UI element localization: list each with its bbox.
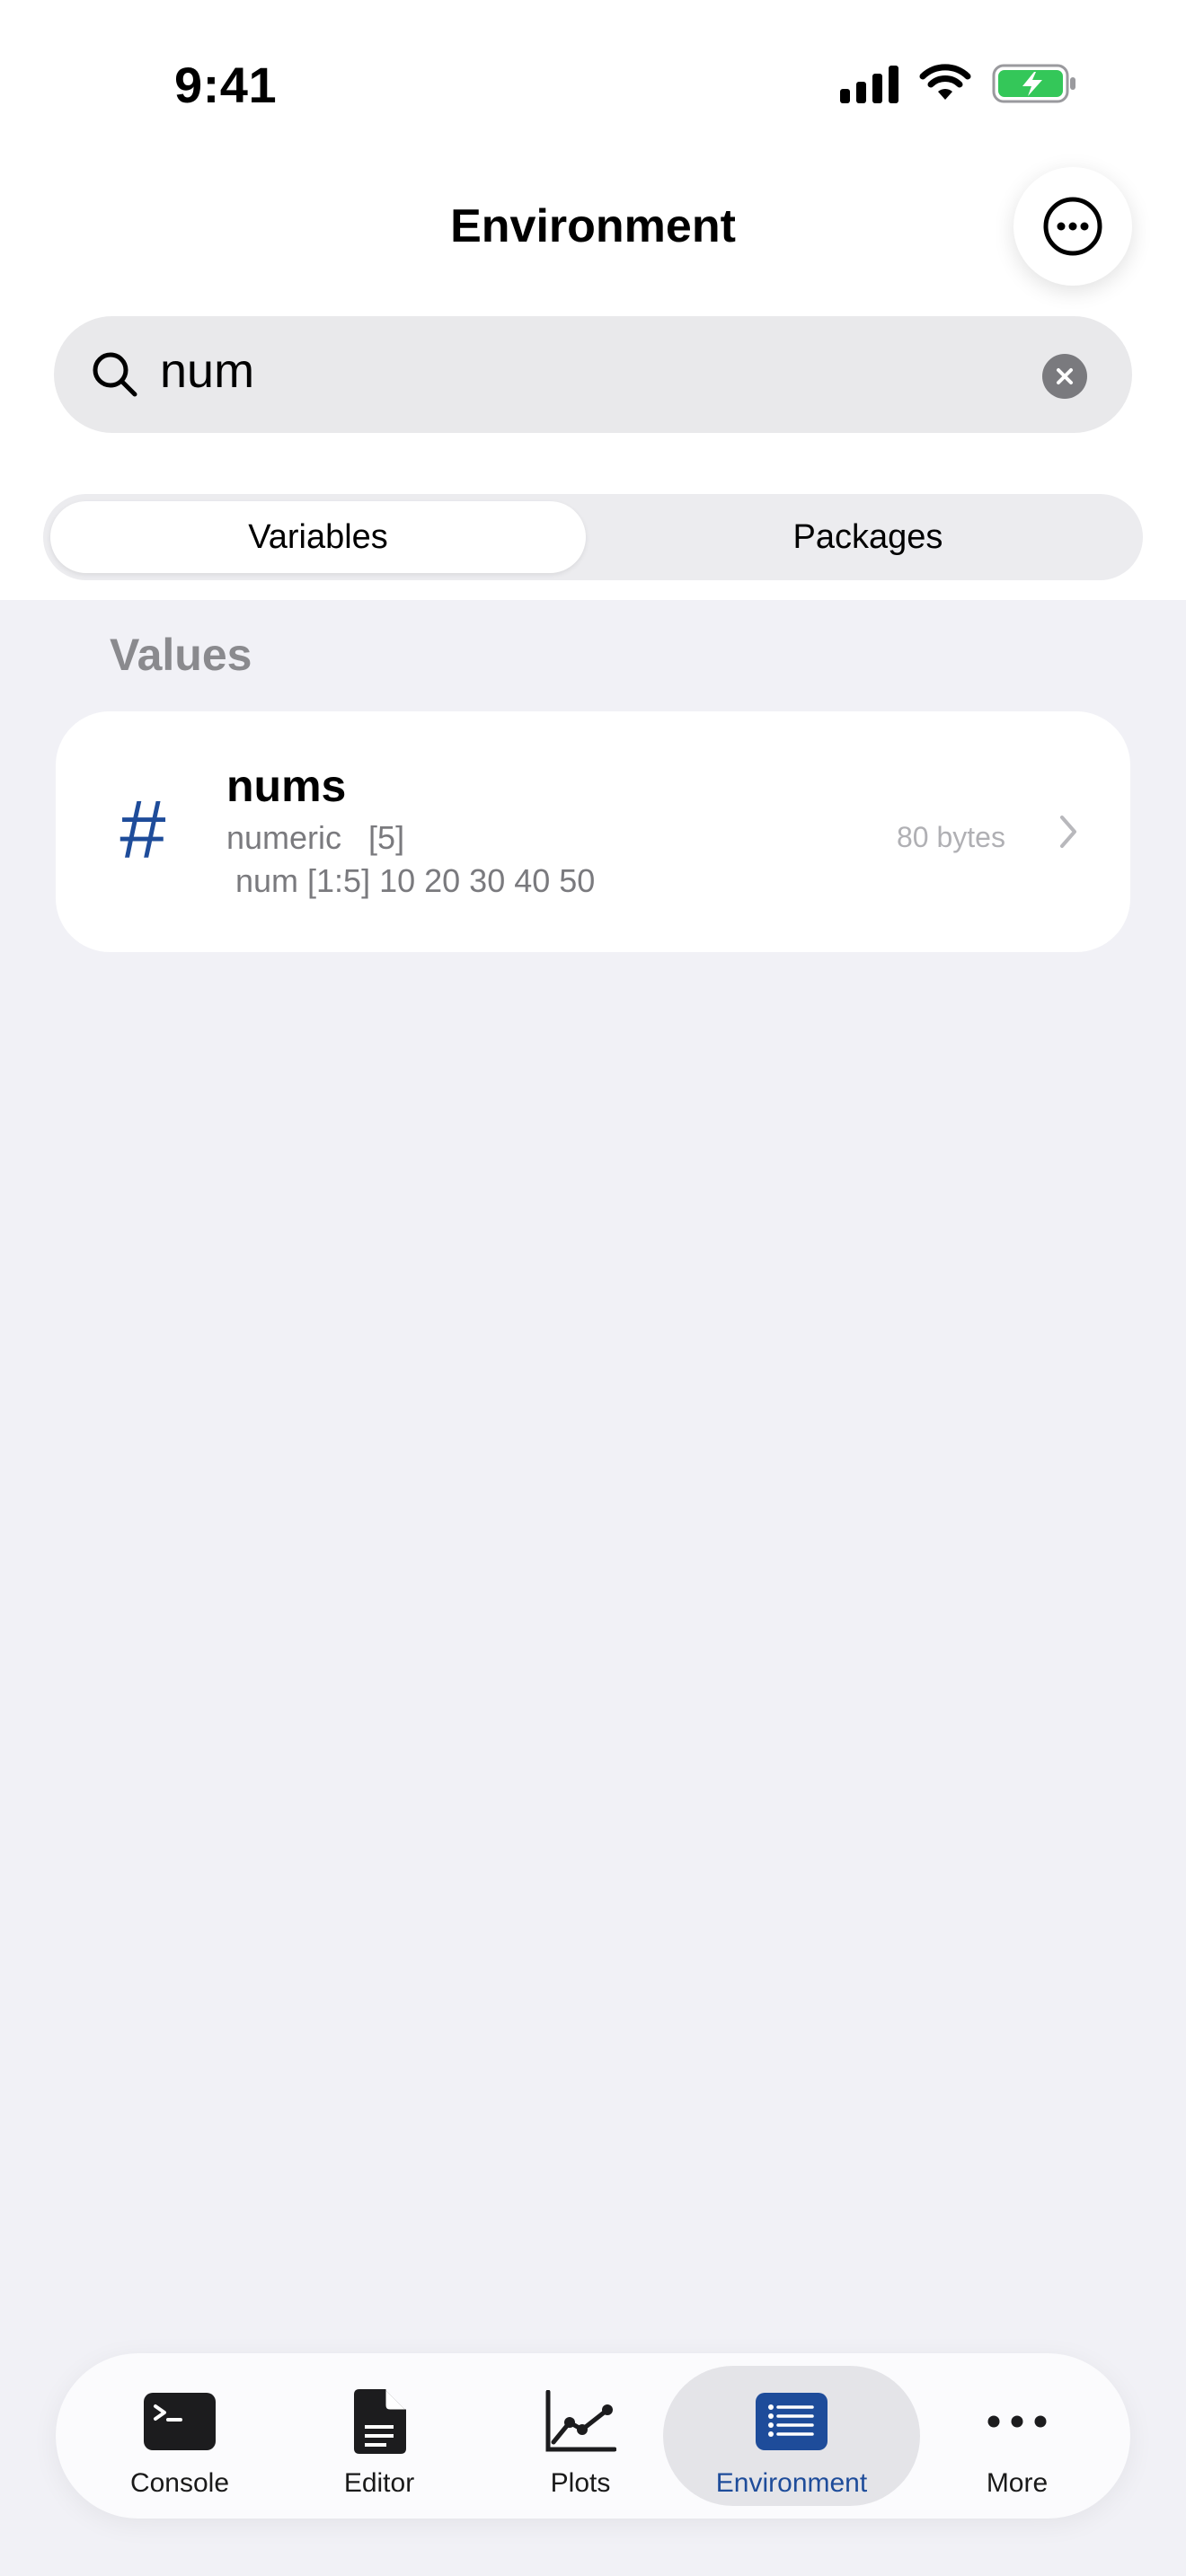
page-title: Environment — [450, 200, 736, 252]
tab-label: More — [986, 2468, 1049, 2498]
search-input[interactable]: num — [160, 343, 254, 399]
variable-name: nums — [226, 761, 347, 811]
tab-label: Environment — [715, 2468, 868, 2498]
more-options-button[interactable] — [1013, 167, 1132, 286]
screen: 9:41 Environment num Variables Packages … — [0, 0, 1186, 2576]
tab-editor[interactable]: Editor — [307, 2353, 451, 2519]
wifi-icon — [919, 64, 971, 100]
tab-label: Console — [129, 2468, 230, 2498]
ellipsis-circle-icon — [1043, 197, 1102, 256]
tab-label: Editor — [343, 2468, 415, 2498]
variable-preview: num [1:5] 10 20 30 40 50 — [235, 862, 596, 899]
search-field[interactable]: num — [54, 316, 1132, 433]
chevron-right-icon — [1060, 816, 1076, 848]
variable-size: 80 bytes — [897, 821, 1005, 853]
numeric-hash-icon: # — [119, 784, 165, 876]
clear-search-button[interactable] — [1042, 354, 1087, 399]
tab-bar: Console Editor Plots Environment More — [56, 2353, 1130, 2519]
segmented-control: Variables Packages — [43, 494, 1143, 580]
search-icon — [93, 352, 137, 397]
signal-icon — [840, 64, 898, 103]
section-header-values: Values — [110, 630, 252, 680]
list-icon — [756, 2393, 828, 2450]
status-time: 9:41 — [174, 57, 278, 113]
variable-type: numeric [5] — [226, 819, 405, 856]
battery-icon — [992, 64, 1075, 103]
chart-icon — [545, 2390, 616, 2452]
close-icon — [1057, 368, 1073, 384]
tab-environment[interactable]: Environment — [663, 2353, 920, 2519]
ellipsis-icon — [987, 2415, 1047, 2428]
terminal-icon — [144, 2393, 216, 2450]
tab-console[interactable]: Console — [108, 2353, 252, 2519]
status-icons — [840, 63, 1078, 104]
segment-packages[interactable]: Packages — [600, 501, 1136, 573]
tab-plots[interactable]: Plots — [509, 2353, 652, 2519]
variable-row[interactable]: # nums numeric [5] num [1:5] 10 20 30 40… — [56, 711, 1130, 952]
tab-more[interactable]: More — [954, 2353, 1080, 2519]
tab-label: Plots — [550, 2468, 611, 2498]
segment-variables[interactable]: Variables — [50, 501, 586, 573]
document-icon — [354, 2389, 406, 2454]
